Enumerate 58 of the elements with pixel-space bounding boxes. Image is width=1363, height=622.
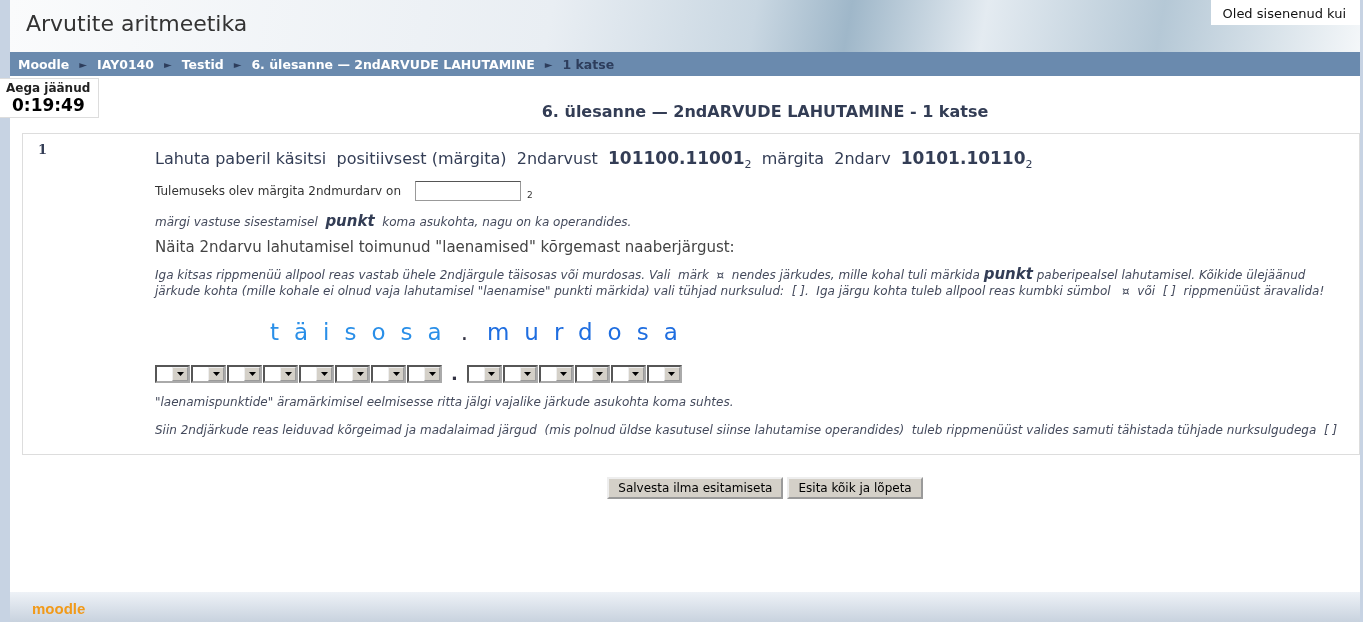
caret-icon [356, 371, 364, 376]
question-statement: Lahuta paberil käsitsi positiivsest (märgita) 2ndarvust 101100.11001$_{2}$ märgita 2ndarv 10101.10110$_{2}$ [155, 148, 1034, 172]
answer-field[interactable] [415, 181, 521, 202]
breadcrumb-separator: ► [79, 58, 88, 70]
submit-button[interactable]: Salvesta ilma esitamiseta [607, 477, 784, 500]
caret-icon [668, 371, 676, 376]
breadcrumb-link[interactable]: IAY0140 [97, 56, 154, 72]
page-title: 6. ülesanne — 2ndARVUDE LAHUTAMINE - 1 katse [541, 102, 989, 121]
login-info: Oled sisenenud kui [1210, 0, 1360, 25]
breadcrumb-link[interactable]: Testid [181, 56, 224, 72]
digit-dropdown[interactable] [610, 364, 646, 383]
caret-icon [176, 371, 184, 376]
caret-icon [320, 371, 328, 376]
point-caption: . [460, 319, 483, 346]
site-title: Arvutite aritmeetika [25, 10, 248, 36]
integer-caption: täisosa [270, 319, 457, 346]
digit-dropdown[interactable] [466, 364, 502, 383]
digit-dropdown[interactable] [574, 364, 610, 383]
digit-dropdown[interactable] [299, 364, 334, 383]
borrow-instructions: Iga kitsas rippmenüü allpool reas vastab ühele 2ndjärgule täisosas või murdosas. Vali märk ¤ nendes järkudes, mille kohal tuli märkida punkt paberipealsel lahutamisel. Kõikide ülejäänud järkude kohta (mille kohale ei olnud vaja lahutamisel "laenamise" punkti märkida) vali tühjad nurksulud: [ ]. Iga järgu kohta tuleb allpool reas kumbki sümbol ¤ või [ ] rippmenüüst äravalida! [155, 266, 1326, 300]
digit-dropdown[interactable] [263, 364, 298, 383]
borrow-heading: Näita 2ndarvu lahutamisel toimunud "laenamised" kõrgemast naaberjärgust: [155, 238, 736, 257]
answer-base: 2 [527, 190, 533, 201]
breadcrumb-link[interactable]: 1 katse [562, 56, 615, 72]
digit-dropdown[interactable] [371, 364, 406, 383]
caret-icon [560, 371, 568, 376]
fraction-caption: murdosa [486, 319, 693, 346]
answer-note: märgi vastuse sisestamisel punkt koma asukohta, nagu on ka operandides. [155, 213, 633, 231]
breadcrumb-separator: ► [164, 58, 172, 70]
breadcrumb-link[interactable]: Moodle [18, 56, 70, 72]
digit-dropdown[interactable] [538, 364, 574, 383]
digit-dropdown[interactable] [155, 364, 190, 383]
digit-dropdown[interactable] [227, 364, 262, 383]
timer-value: 0:19:49 [11, 95, 86, 115]
caret-icon [428, 371, 436, 376]
breadcrumb-separator: ► [233, 58, 242, 70]
timer-label: Aega jäänud [6, 81, 91, 95]
caret-icon [212, 371, 220, 376]
digit-dropdown[interactable] [191, 364, 226, 383]
digit-dropdown[interactable] [646, 364, 682, 383]
caret-icon [488, 371, 496, 376]
digit-dropdown[interactable] [502, 364, 538, 383]
note-text: Siin 2ndjärkude reas leiduvad kõrgeimad ja madalaimad järgud (mis polnud üldse kasutusel siinse lahutamise operandides) tuleb rippmenüüst valides samuti tähistada tühjade nurksulgudega [ ] [155, 422, 1339, 439]
breadcrumb-link[interactable]: 6. ülesanne — 2ndARVUDE LAHUTAMINE [251, 56, 535, 72]
caret-icon [392, 371, 400, 376]
digit-point: . [451, 363, 458, 385]
breadcrumb-separator: ► [544, 58, 553, 70]
answer-label: Tulemuseks olev märgita 2ndmurdarv on [155, 184, 401, 199]
caret-icon [632, 371, 640, 376]
digit-dropdown[interactable] [407, 364, 442, 383]
caret-icon [284, 371, 292, 376]
submit-button[interactable]: Esita kõik ja lõpeta [787, 477, 923, 500]
caret-icon [248, 371, 256, 376]
caret-icon [596, 371, 604, 376]
digit-dropdown[interactable] [335, 364, 370, 383]
question-number: 1 [38, 142, 49, 159]
caret-icon [524, 371, 532, 376]
note-text: "laenamispunktide" äramärkimisel eelmisesse ritta jälgi vajalike järkude asukohta koma suhtes. [155, 394, 735, 411]
